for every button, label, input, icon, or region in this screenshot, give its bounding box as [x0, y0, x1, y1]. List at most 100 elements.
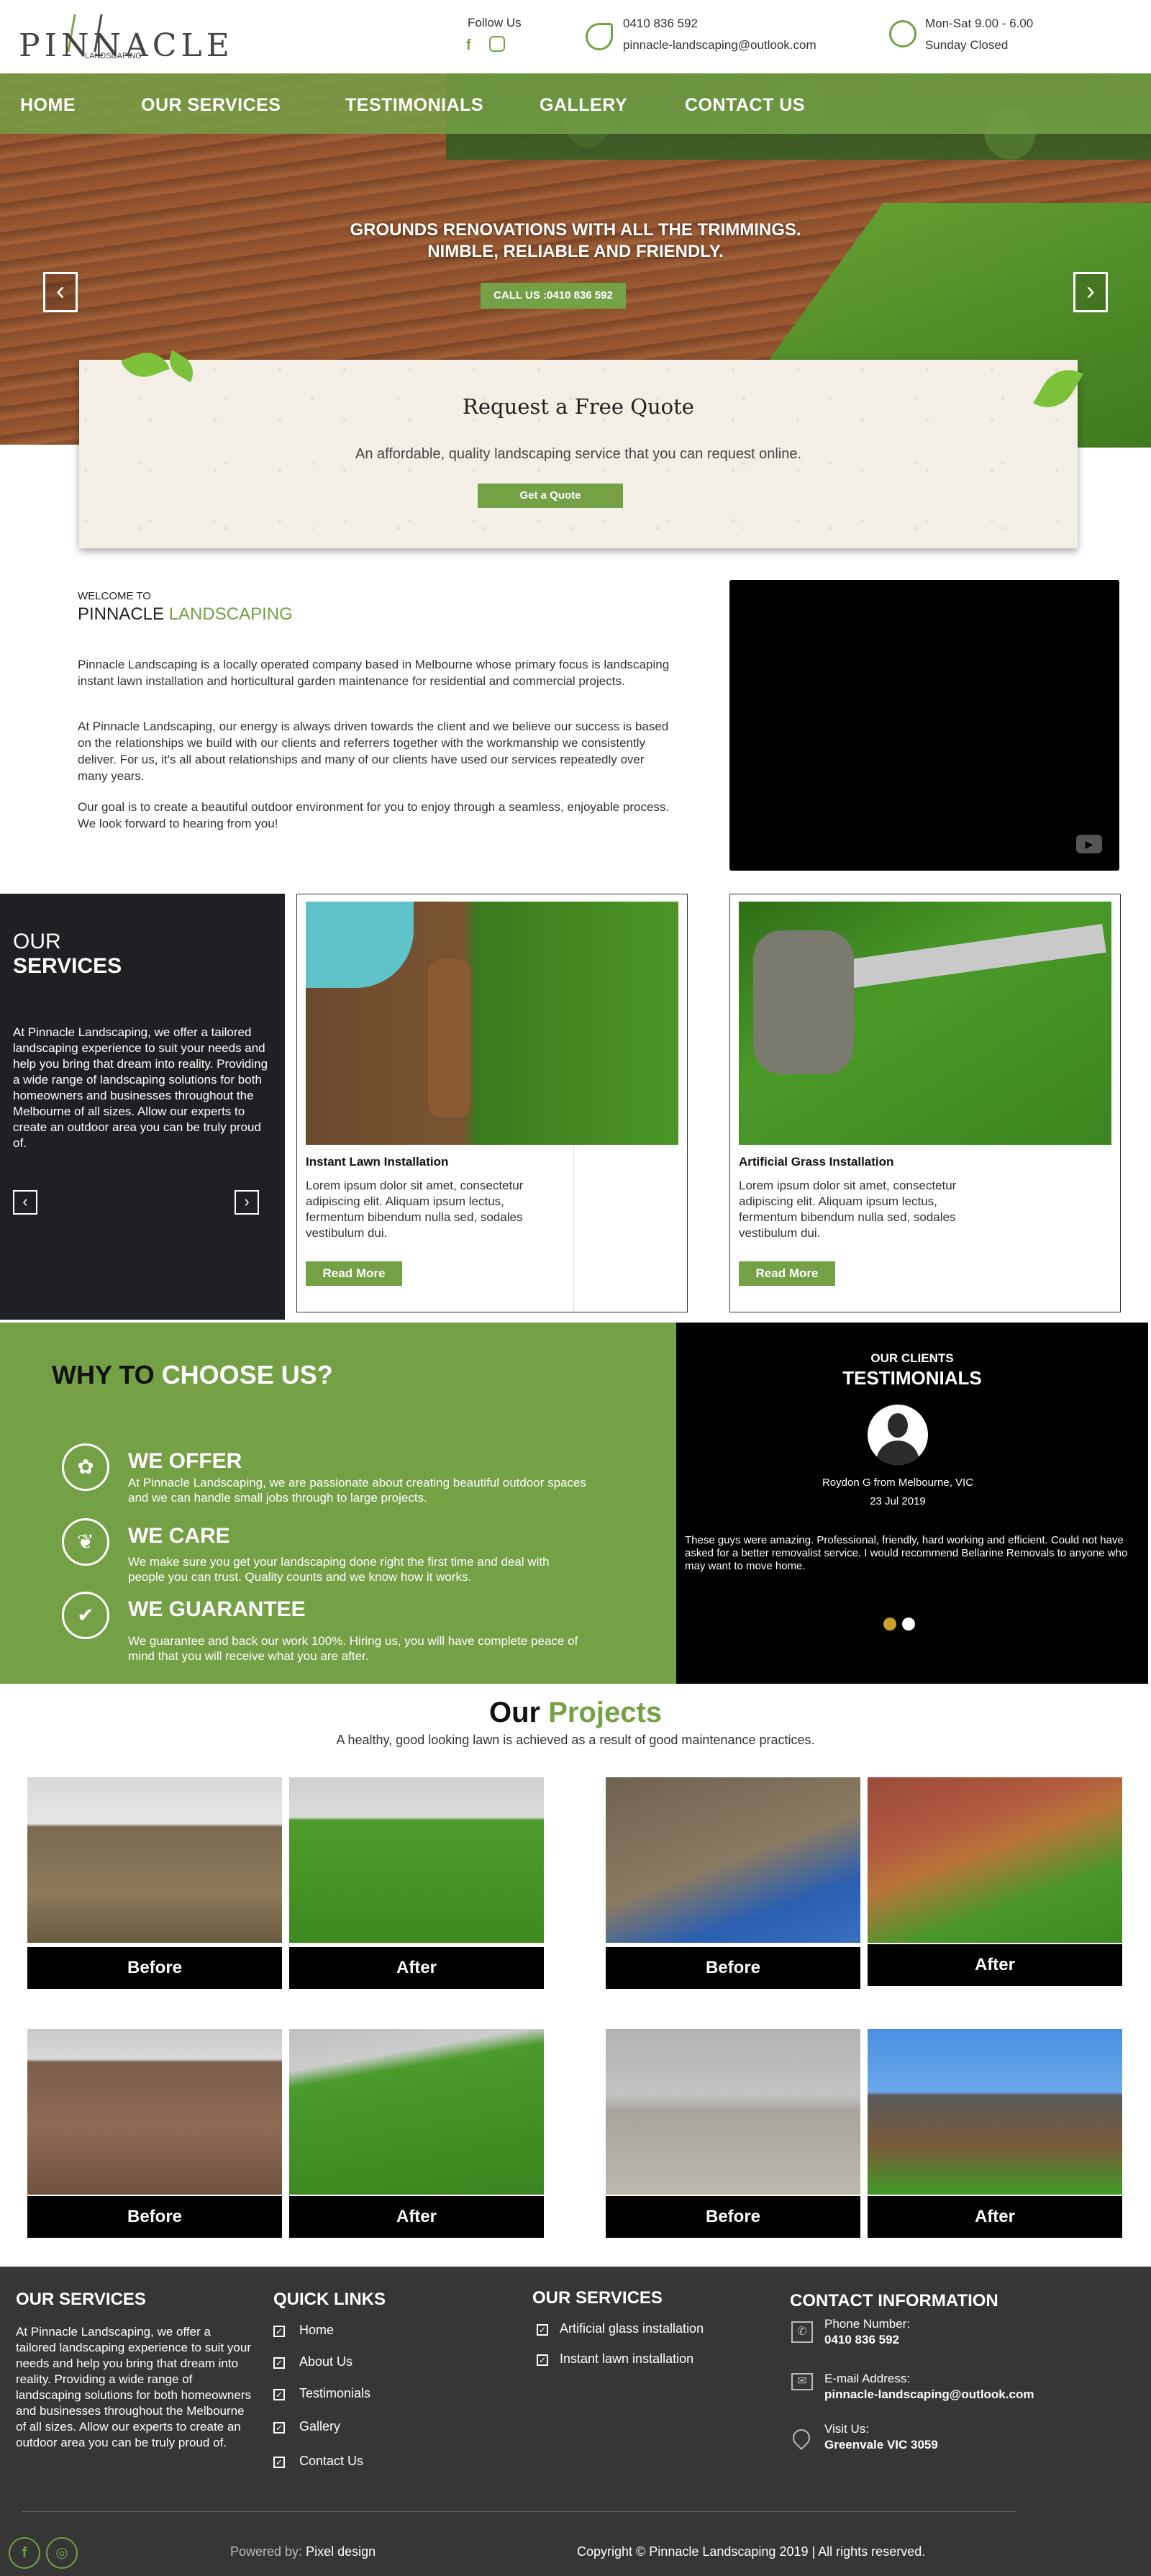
sod-roll-shape	[428, 959, 471, 1117]
instagram-icon[interactable]: ◎	[46, 2537, 78, 2569]
nav-contact-us[interactable]: CONTACT US	[685, 95, 805, 116]
youtube-icon[interactable]: ▶	[1076, 835, 1102, 853]
call-us-button[interactable]: CALL US :0410 836 592	[481, 283, 626, 309]
welcome-paragraph: Our goal is to create a beautiful outdoo…	[78, 800, 670, 830]
footer-email-value[interactable]: pinnacle-landscaping@outlook.com	[824, 2387, 1034, 2402]
phone-icon	[586, 23, 613, 50]
footer-link-gallery[interactable]: Gallery	[299, 2419, 340, 2434]
nav-gallery[interactable]: GALLERY	[540, 95, 627, 116]
nav-our-services[interactable]: OUR SERVICES	[141, 95, 281, 116]
carousel-dot[interactable]	[902, 1618, 915, 1631]
facebook-icon[interactable]: f	[466, 37, 471, 54]
service-card-text: Lorem ipsum dolor sit amet, consectetur …	[739, 1179, 957, 1240]
quote-subtitle: An affordable, quality landscaping servi…	[355, 446, 802, 462]
footer-services-text: At Pinnacle Landscaping, we offer a tail…	[16, 2325, 251, 2449]
footer-services-heading-2: OUR SERVICES	[532, 2288, 663, 2308]
checkbox-icon: ✓	[537, 2324, 548, 2336]
footer-link-contact[interactable]: Contact Us	[299, 2454, 363, 2469]
services-heading: SERVICES	[13, 954, 122, 978]
nav-testimonials[interactable]: TESTIMONIALS	[345, 95, 483, 116]
project-image-before[interactable]	[606, 1777, 860, 1943]
hero-prev-arrow[interactable]: ‹	[43, 272, 78, 312]
testimonial-quote: These guys were amazing. Professional, f…	[685, 1534, 1128, 1572]
top-email[interactable]: pinnacle-landscaping@outlook.com	[623, 35, 816, 56]
projects-title: Our Projects	[0, 1697, 1151, 1729]
project-label-after: After	[868, 2196, 1122, 2238]
project-image-after[interactable]	[868, 2029, 1122, 2195]
project-image-after[interactable]	[289, 1777, 544, 1943]
footer-phone-label: Phone Number:	[824, 2317, 911, 2331]
project-label-before: Before	[606, 1947, 860, 1989]
testimonials-panel: OUR CLIENTS TESTIMONIALS Roydon G from M…	[676, 1323, 1148, 1684]
project-image-before[interactable]	[27, 2029, 282, 2195]
hero-next-arrow[interactable]: ›	[1073, 272, 1108, 312]
service-card-title: Artificial Grass Installation	[739, 1155, 894, 1169]
avatar-body	[876, 1441, 919, 1465]
top-bar: PINNACLE LANDSCAPING Follow Us f 0410 83…	[0, 0, 1151, 73]
footer-link-home[interactable]: Home	[299, 2323, 334, 2338]
why-item-text: We guarantee and back our work 100%. Hir…	[128, 1634, 578, 1663]
services-description: At Pinnacle Landscaping, we offer a tail…	[13, 1025, 268, 1150]
footer-link-instant-lawn[interactable]: Instant lawn installation	[560, 2351, 693, 2367]
footer-link-about[interactable]: About Us	[299, 2354, 352, 2369]
read-more-button[interactable]: Read More	[739, 1261, 835, 1286]
project-image-before[interactable]	[606, 2029, 860, 2195]
footer-visit-label: Visit Us:	[824, 2422, 870, 2436]
project-image-after[interactable]	[289, 2029, 544, 2195]
top-phone[interactable]: 0410 836 592	[623, 13, 698, 35]
follow-us-label: Follow Us	[468, 16, 522, 30]
checkbox-icon: ✓	[273, 2422, 285, 2434]
logo-subtitle: LANDSCAPING	[85, 52, 142, 60]
quote-card: Request a Free Quote An affordable, qual…	[79, 345, 1083, 548]
quote-title: Request a Free Quote	[463, 394, 694, 419]
opening-hours: Mon-Sat 9.00 - 6.00	[925, 17, 1034, 30]
footer-link-artificial[interactable]: Artificial glass installation	[560, 2321, 704, 2336]
services-panel: OUR SERVICES At Pinnacle Landscaping, we…	[0, 894, 285, 1320]
instagram-icon[interactable]	[489, 36, 505, 52]
hand-plant-icon: ✿	[62, 1443, 109, 1491]
avatar-head	[888, 1413, 908, 1438]
services-prev-arrow[interactable]: ‹	[13, 1190, 37, 1215]
footer-services-heading: OUR SERVICES	[16, 2290, 146, 2309]
footer-quick-links-heading: QUICK LINKS	[273, 2290, 386, 2309]
video-player[interactable]: ▶	[729, 580, 1119, 871]
carousel-dot-active[interactable]	[883, 1618, 896, 1631]
project-label-after: After	[289, 1947, 544, 1989]
welcome-label: WELCOME TO	[78, 590, 151, 602]
project-image-after[interactable]	[868, 1777, 1122, 1943]
footer-link-testimonials[interactable]: Testimonials	[299, 2386, 370, 2401]
testimonials-label: OUR CLIENTS	[870, 1351, 954, 1365]
main-nav: HOME OUR SERVICES TESTIMONIALS GALLERY C…	[0, 73, 1151, 134]
facebook-icon[interactable]: f	[9, 2537, 40, 2569]
welcome-heading-green: LANDSCAPING	[168, 604, 293, 624]
footer-divider	[22, 2511, 1016, 2512]
get-quote-button[interactable]: Get a Quote	[478, 484, 623, 508]
checkbox-icon: ✓	[273, 2389, 285, 2400]
services-next-arrow[interactable]: ›	[235, 1190, 259, 1215]
read-more-button[interactable]: Read More	[306, 1261, 402, 1286]
project-image-before[interactable]	[27, 1777, 282, 1943]
clock-icon	[889, 20, 916, 47]
footer-phone-value[interactable]: 0410 836 592	[824, 2333, 899, 2347]
projects-title-black: Our	[488, 1697, 549, 1728]
why-item-text: At Pinnacle Landscaping, we are passiona…	[128, 1476, 586, 1505]
project-label-before: Before	[606, 2196, 860, 2238]
footer-email-label: E-mail Address:	[824, 2372, 911, 2385]
service-card: Artificial Grass Installation Lorem ipsu…	[729, 894, 1121, 1312]
project-label-before: Before	[27, 2196, 282, 2238]
service-card-text: Lorem ipsum dolor sit amet, consectetur …	[306, 1179, 524, 1240]
testimonials-heading: TESTIMONIALS	[842, 1367, 982, 1389]
why-choose-us: WHY TO CHOOSE US? ✿ WE OFFER At Pinnacle…	[0, 1323, 676, 1684]
card-divider	[573, 1146, 574, 1312]
powered-by-link[interactable]: Pixel design	[306, 2544, 376, 2559]
welcome-heading: PINNACLE LANDSCAPING	[78, 604, 293, 625]
service-image-instant-lawn	[306, 902, 678, 1145]
why-title-black: WHY TO	[52, 1360, 162, 1389]
hero-headline-1: GROUNDS RENOVATIONS WITH ALL THE TRIMMIN…	[350, 220, 801, 240]
copyright: Copyright © Pinnacle Landscaping 2019 | …	[577, 2544, 926, 2559]
sleeve-shape	[306, 902, 414, 988]
project-label-after: After	[289, 2196, 544, 2238]
footer-contact-heading: CONTACT INFORMATION	[790, 2291, 998, 2310]
care-hands-icon: ❦	[62, 1518, 109, 1566]
nav-home[interactable]: HOME	[20, 95, 76, 116]
